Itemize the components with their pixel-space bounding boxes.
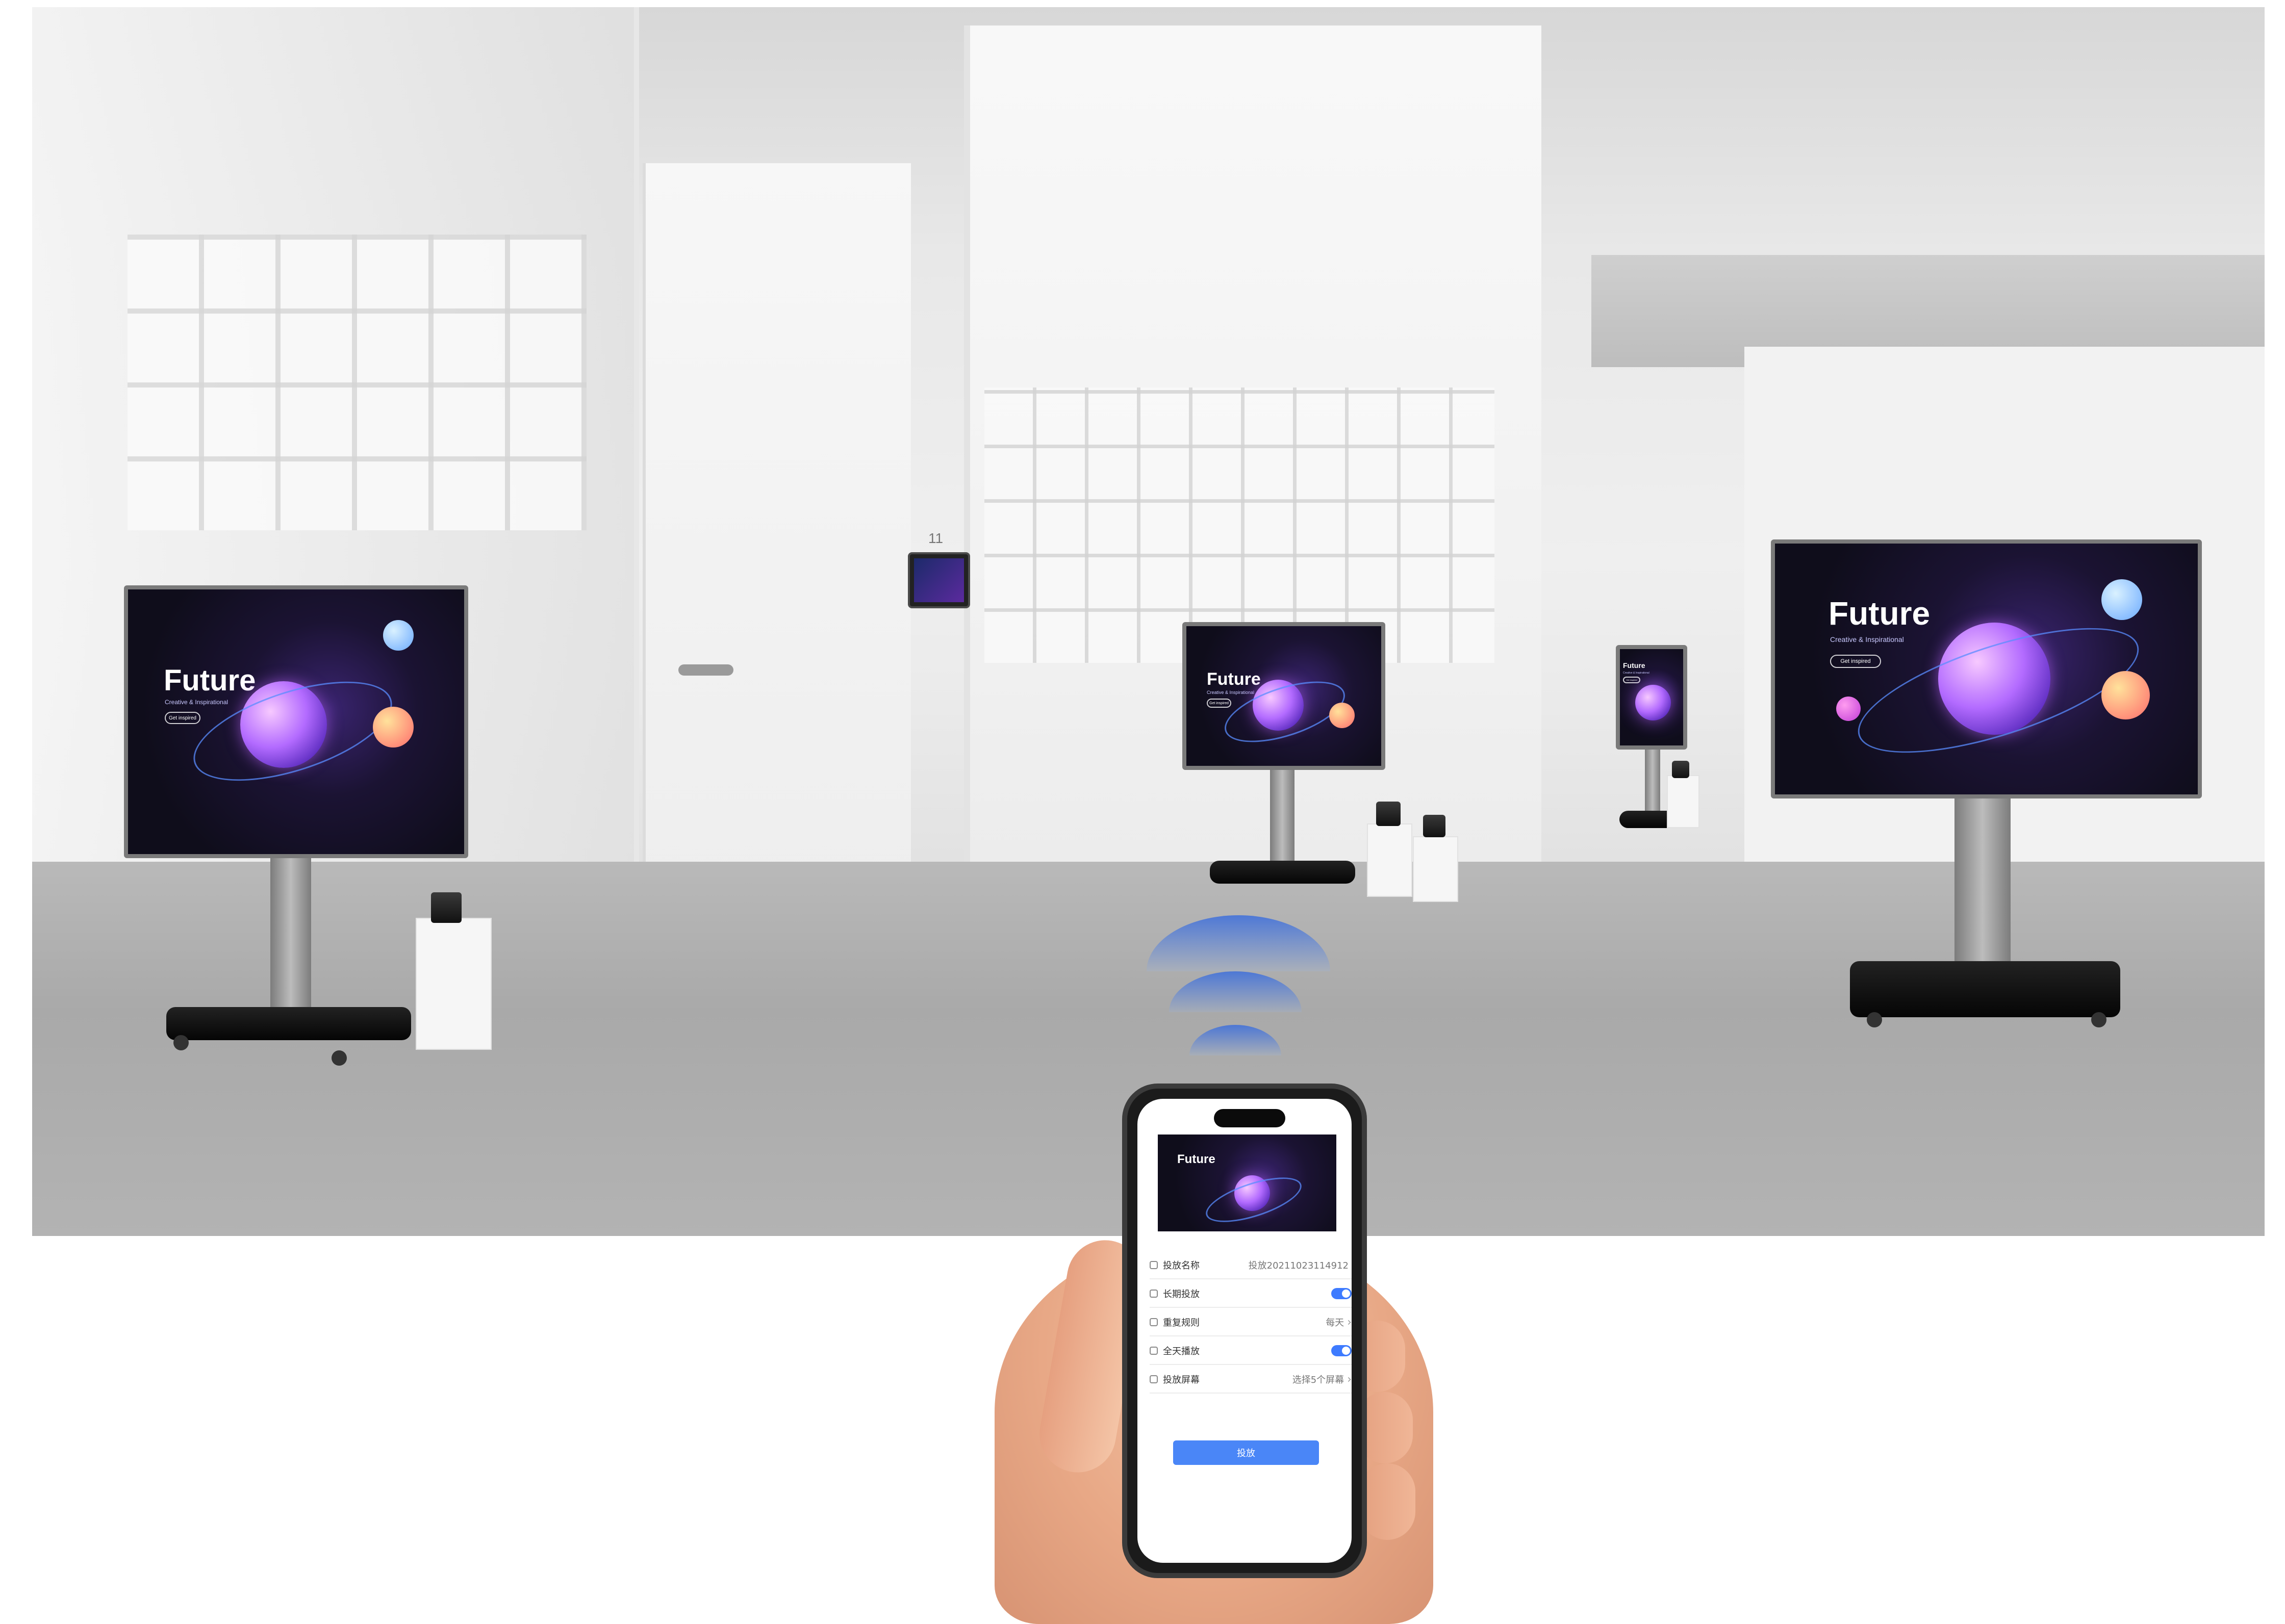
form-value: 选择5个屏幕 <box>1292 1375 1344 1385</box>
display-right-screen: Future Creative & Inspirational Get insp… <box>1771 539 2202 798</box>
display-far-subtitle: Creative & Inspirational <box>1623 672 1649 675</box>
display-right-orb <box>2101 579 2142 620</box>
display-left-wheel <box>332 1050 347 1066</box>
door-handle <box>678 664 733 676</box>
chevron-right-icon: › <box>1347 1316 1352 1329</box>
display-left-orb <box>383 620 414 651</box>
display-middle-screen: Future Creative & Inspirational Get insp… <box>1182 622 1385 770</box>
display-middle-subtitle: Creative & Inspirational <box>1207 690 1255 695</box>
display-left-screen: Future Creative & Inspirational Get insp… <box>124 585 468 858</box>
display-left-subtitle: Creative & Inspirational <box>165 699 229 706</box>
long-term-toggle[interactable] <box>1331 1288 1352 1299</box>
display-right-subtitle: Creative & Inspirational <box>1830 635 1904 643</box>
finger <box>1359 1463 1415 1540</box>
window-left <box>128 235 587 530</box>
display-right-orb-2 <box>2101 671 2150 719</box>
phone-banner: Future <box>1158 1135 1336 1231</box>
display-left-title: Future <box>164 664 256 697</box>
display-right-orb-3 <box>1836 697 1861 721</box>
pedestal-left <box>416 918 492 1050</box>
display-right-content: Future Creative & Inspirational Get insp… <box>1775 544 2198 794</box>
form-label: 全天播放 <box>1163 1346 1200 1357</box>
phone-screen: Future 投放名称 投放20211023114912 长期投放 重复规则 每… <box>1137 1099 1352 1563</box>
cube-device-middle-2 <box>1423 815 1445 837</box>
form-label: 重复规则 <box>1163 1318 1200 1328</box>
form-row-name[interactable]: 投放名称 投放20211023114912 <box>1150 1252 1352 1279</box>
pedestal-far <box>1667 775 1699 828</box>
form-row-screens[interactable]: 投放屏幕 选择5个屏幕 › <box>1150 1366 1352 1394</box>
form-value: 每天 <box>1326 1318 1344 1328</box>
display-left-stand-pole <box>270 858 311 1016</box>
display-far-stand-pole <box>1645 750 1660 811</box>
screen-icon <box>1150 1375 1158 1383</box>
form-label: 投放名称 <box>1163 1260 1200 1271</box>
form-label: 长期投放 <box>1163 1289 1200 1300</box>
form-label: 投放屏幕 <box>1163 1375 1200 1385</box>
all-day-toggle[interactable] <box>1331 1345 1352 1356</box>
phone-banner-title: Future <box>1177 1152 1215 1166</box>
form-row-all-day[interactable]: 全天播放 <box>1150 1337 1352 1365</box>
display-middle-title: Future <box>1207 669 1261 689</box>
display-middle-stand-base <box>1210 861 1355 884</box>
display-middle-button: Get inspired <box>1207 699 1231 708</box>
cube-device-far <box>1672 761 1689 778</box>
chevron-right-icon: › <box>1347 1373 1352 1386</box>
wall-tablet-screen <box>914 558 964 602</box>
display-left-orb-2 <box>373 707 414 747</box>
display-far-title: Future <box>1623 661 1645 669</box>
display-right-wheel <box>1867 1012 1882 1027</box>
pedestal-middle <box>1367 823 1412 897</box>
display-far-screen: Future Creative & Inspirational Get insp… <box>1616 645 1687 750</box>
office-scene: 11 Future Creative & Inspirational Get i… <box>0 0 2285 1624</box>
form-row-repeat-rule[interactable]: 重复规则 每天 › <box>1150 1309 1352 1336</box>
room-number-label: 11 <box>928 530 944 546</box>
dynamic-island <box>1214 1109 1285 1127</box>
display-right-wheel <box>2091 1012 2106 1027</box>
display-middle-orb <box>1329 703 1355 728</box>
display-left-wheel <box>173 1035 189 1050</box>
display-far-content: Future Creative & Inspirational Get insp… <box>1620 649 1683 745</box>
submit-button[interactable]: 投放 <box>1173 1440 1319 1465</box>
document-icon <box>1150 1261 1158 1269</box>
display-left-stand-base <box>166 1007 411 1040</box>
display-right-title: Future <box>1829 595 1931 632</box>
display-far-planet <box>1635 685 1671 720</box>
display-right-button: Get inspired <box>1830 655 1881 668</box>
display-far-button: Get inspired <box>1623 677 1640 683</box>
cube-device-middle <box>1376 802 1401 826</box>
cube-device-left <box>431 892 462 923</box>
form-row-long-term[interactable]: 长期投放 <box>1150 1280 1352 1308</box>
display-left-button: Get inspired <box>165 712 200 724</box>
repeat-icon <box>1150 1318 1158 1326</box>
display-left-content: Future Creative & Inspirational Get insp… <box>128 589 464 854</box>
pedestal-middle-2 <box>1413 836 1458 902</box>
display-right-stand-pole <box>1954 798 2011 962</box>
smartphone: Future 投放名称 投放20211023114912 长期投放 重复规则 每… <box>1122 1084 1367 1578</box>
display-right-stand-base <box>1850 961 2120 1017</box>
calendar-icon <box>1150 1290 1158 1298</box>
clock-icon <box>1150 1347 1158 1355</box>
display-middle-content: Future Creative & Inspirational Get insp… <box>1186 626 1381 766</box>
wall-control-tablet[interactable] <box>908 552 970 608</box>
display-middle-stand-pole <box>1270 770 1294 867</box>
form-value: 投放20211023114912 <box>1248 1260 1349 1271</box>
window-middle <box>984 388 1494 663</box>
